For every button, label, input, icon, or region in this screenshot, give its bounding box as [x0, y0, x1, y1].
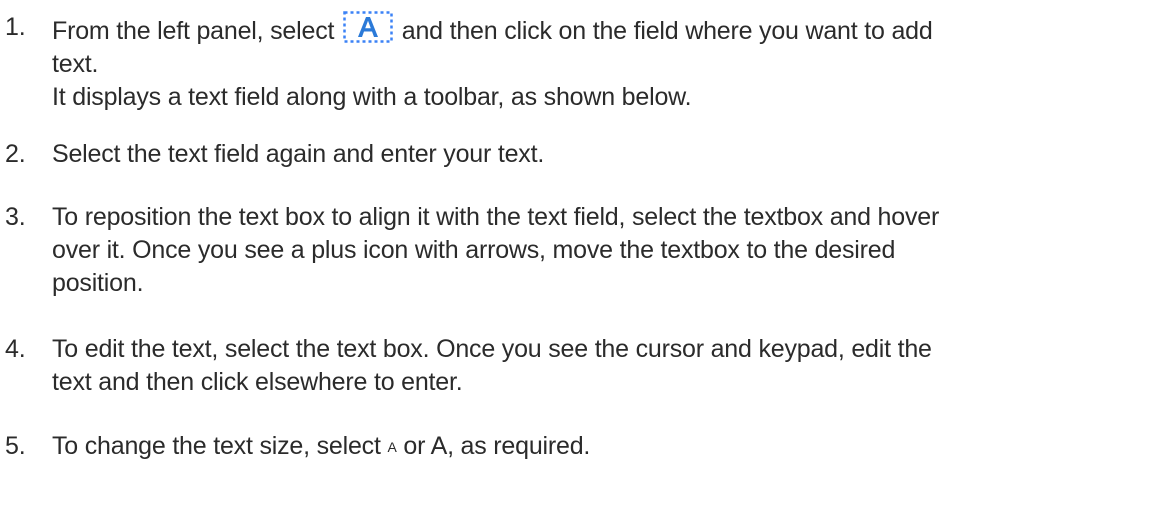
step-3: 3. To reposition the text box to align i…: [0, 201, 1160, 300]
step-line: over it. Once you see a plus icon with a…: [52, 236, 896, 264]
step-number: 2.: [5, 140, 26, 168]
step-1: 1. From the left panel, select and then …: [0, 11, 1160, 114]
large-text-size-option: A: [430, 432, 448, 460]
step-line: Select the text field again and enter yo…: [52, 140, 545, 168]
step-text: From the left panel, select: [52, 17, 335, 45]
step-line: text.: [52, 50, 99, 78]
step-body: To edit the text, select the text box. O…: [52, 333, 1160, 399]
text-tool-icon: [343, 11, 393, 43]
step-line: It displays a text field along with a to…: [52, 83, 692, 111]
step-number: 1.: [5, 13, 26, 41]
step-line: position.: [52, 269, 144, 297]
step-text: or: [403, 432, 426, 460]
step-5: 5. To change the text size, select A or …: [0, 430, 1160, 464]
step-line: To reposition the text box to align it w…: [52, 203, 940, 231]
step-body: Select the text field again and enter yo…: [52, 138, 1160, 171]
step-text: To change the text size, select: [52, 432, 381, 460]
step-2: 2. Select the text field again and enter…: [0, 138, 1160, 171]
small-text-size-option: A: [387, 439, 397, 455]
step-text: and then click on the field where you wa…: [401, 17, 933, 45]
step-number: 4.: [5, 335, 26, 363]
instruction-document: 1. From the left panel, select and then …: [0, 0, 1176, 514]
step-body: From the left panel, select and then cli…: [52, 11, 1160, 114]
step-4: 4. To edit the text, select the text box…: [0, 333, 1160, 399]
step-text: , as required.: [447, 432, 591, 460]
step-line: To edit the text, select the text box. O…: [52, 335, 932, 363]
step-number: 5.: [5, 432, 26, 460]
step-body: To change the text size, select A or A, …: [52, 430, 1160, 464]
step-number: 3.: [5, 203, 26, 231]
step-line: From the left panel, select and then cli…: [52, 11, 1160, 48]
step-line: text and then click elsewhere to enter.: [52, 368, 463, 396]
step-line: To change the text size, select A or A, …: [52, 430, 1160, 464]
step-body: To reposition the text box to align it w…: [52, 201, 1160, 300]
